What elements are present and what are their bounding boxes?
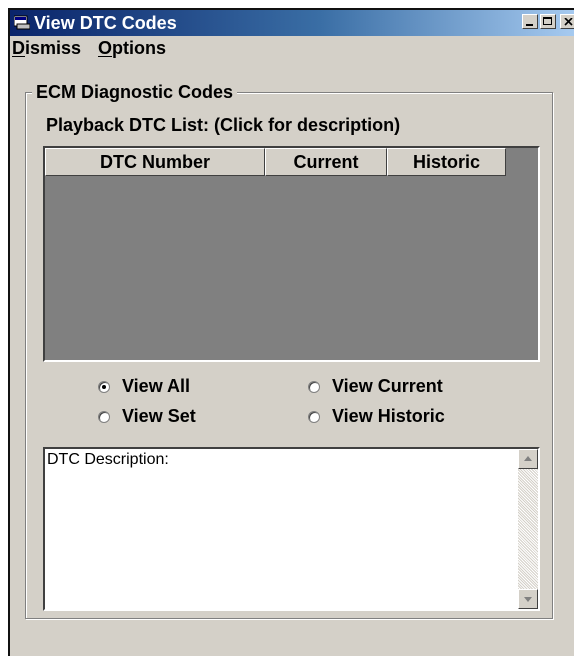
radio-view-current[interactable]: View Current (308, 376, 443, 397)
dtc-list-grid[interactable]: DTC Number Current Historic (43, 146, 540, 362)
close-button[interactable] (560, 14, 574, 29)
arrow-up-icon (524, 456, 532, 461)
radio-unselected-icon (308, 380, 320, 393)
window-app-icon[interactable] (14, 15, 30, 30)
menu-bar: Dismiss Options (10, 36, 574, 60)
radio-view-current-label: View Current (332, 376, 443, 396)
close-icon (564, 18, 573, 26)
maximize-icon (543, 17, 552, 25)
maximize-button[interactable] (540, 14, 556, 29)
grid-header: DTC Number Current Historic (45, 148, 506, 176)
dtc-list-caption: Playback DTC List: (Click for descriptio… (46, 115, 401, 135)
radio-unselected-icon (308, 410, 320, 423)
radio-unselected-icon (98, 410, 110, 423)
radio-view-all[interactable]: View All (98, 376, 190, 397)
radio-selected-icon (98, 380, 110, 393)
scroll-up-button[interactable] (518, 449, 538, 469)
radio-view-historic[interactable]: View Historic (308, 406, 445, 427)
radio-view-set[interactable]: View Set (98, 406, 196, 427)
radio-view-historic-label: View Historic (332, 406, 445, 426)
radio-view-all-label: View All (122, 376, 191, 396)
minimize-button[interactable] (522, 14, 538, 29)
column-dtc-number[interactable]: DTC Number (45, 148, 265, 176)
menu-options[interactable]: Options (98, 37, 166, 59)
column-historic[interactable]: Historic (387, 148, 506, 176)
dtc-description-label: DTC Description: (47, 451, 169, 468)
menu-dismiss[interactable]: Dismiss (12, 37, 81, 59)
radio-view-set-label: View Set (122, 406, 196, 426)
title-bar[interactable]: View DTC Codes (10, 10, 574, 36)
dtc-description-box[interactable]: DTC Description: (43, 447, 540, 611)
group-legend: ECM Diagnostic Codes (32, 81, 238, 103)
minimize-icon (526, 24, 533, 26)
scroll-down-button[interactable] (518, 589, 538, 609)
arrow-down-icon (524, 597, 532, 602)
description-scrollbar[interactable] (518, 449, 538, 609)
column-current[interactable]: Current (265, 148, 387, 176)
window-title: View DTC Codes (34, 13, 177, 33)
